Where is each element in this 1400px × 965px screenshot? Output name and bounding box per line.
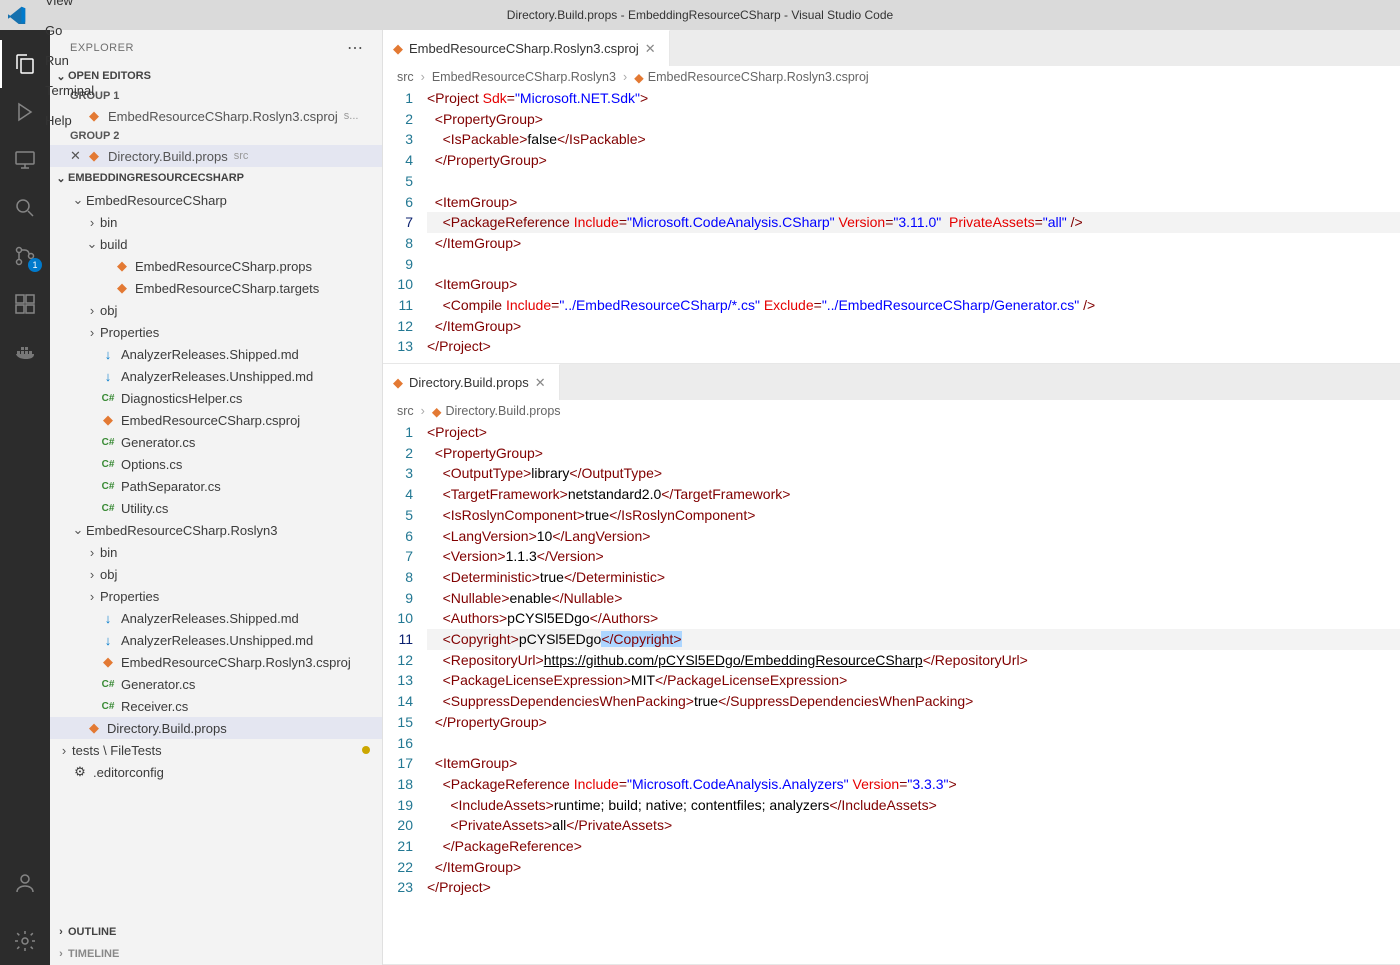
csharp-file-icon: C# bbox=[100, 503, 116, 514]
close-icon[interactable]: ✕ bbox=[645, 41, 659, 57]
tree-file[interactable]: ⚙.editorconfig bbox=[50, 761, 382, 783]
xml-file-icon: ◆ bbox=[393, 375, 403, 391]
chevron-icon: › bbox=[84, 545, 100, 560]
activity-extensions[interactable] bbox=[0, 280, 50, 328]
xml-file-icon: ◆ bbox=[86, 148, 102, 164]
csharp-file-icon: C# bbox=[100, 701, 116, 712]
tree-file[interactable]: C#Generator.cs bbox=[50, 431, 382, 453]
xml-file-icon: ◆ bbox=[100, 412, 116, 428]
tree-file[interactable]: ↓AnalyzerReleases.Shipped.md bbox=[50, 343, 382, 365]
editor-area: ◆EmbedResourceCSharp.Roslyn3.csproj✕ src… bbox=[383, 30, 1400, 965]
xml-file-icon: ◆ bbox=[114, 280, 130, 296]
chevron-icon: › bbox=[84, 589, 100, 604]
modified-dot-icon bbox=[362, 746, 370, 754]
explorer-sidebar: EXPLORER⋯ ⌄OPEN EDITORS GROUP 1 ◆ EmbedR… bbox=[50, 30, 383, 965]
open-editor-item[interactable]: ✕ ◆ Directory.Build.props src bbox=[50, 145, 382, 167]
chevron-icon: › bbox=[84, 325, 100, 340]
chevron-icon: › bbox=[84, 567, 100, 582]
csharp-file-icon: C# bbox=[100, 679, 116, 690]
activity-search[interactable] bbox=[0, 184, 50, 232]
tree-folder[interactable]: ›bin bbox=[50, 541, 382, 563]
xml-file-icon: ◆ bbox=[432, 404, 442, 419]
chevron-icon: ⌄ bbox=[84, 236, 100, 252]
sidebar-more-icon[interactable]: ⋯ bbox=[347, 38, 364, 58]
activity-docker[interactable] bbox=[0, 328, 50, 376]
editor-group-1: ◆EmbedResourceCSharp.Roslyn3.csproj✕ src… bbox=[383, 30, 1400, 364]
activity-bar: 1 bbox=[0, 30, 50, 965]
breadcrumbs[interactable]: src› ◆ Directory.Build.props bbox=[383, 400, 1400, 422]
editor-group-2: ◆Directory.Build.props✕ src› ◆ Directory… bbox=[383, 364, 1400, 965]
tree-file[interactable]: C#Utility.cs bbox=[50, 497, 382, 519]
editor-tab[interactable]: ◆EmbedResourceCSharp.Roslyn3.csproj✕ bbox=[383, 30, 670, 66]
xml-file-icon: ◆ bbox=[100, 654, 116, 670]
breadcrumbs[interactable]: src› EmbedResourceCSharp.Roslyn3› ◆ Embe… bbox=[383, 66, 1400, 88]
tree-file[interactable]: ↓AnalyzerReleases.Shipped.md bbox=[50, 607, 382, 629]
tree-folder[interactable]: ›bin bbox=[50, 211, 382, 233]
tree-folder[interactable]: ›Properties bbox=[50, 585, 382, 607]
xml-file-icon: ◆ bbox=[634, 70, 644, 85]
tree-file[interactable]: ↓AnalyzerReleases.Unshipped.md bbox=[50, 365, 382, 387]
project-header[interactable]: ⌄EMBEDDINGRESOURCECSHARP bbox=[50, 167, 382, 189]
xml-file-icon: ◆ bbox=[86, 720, 102, 736]
tree-folder[interactable]: ⌄EmbedResourceCSharp bbox=[50, 189, 382, 211]
tree-file[interactable]: ↓AnalyzerReleases.Unshipped.md bbox=[50, 629, 382, 651]
vscode-logo-icon bbox=[8, 6, 26, 24]
tree-file[interactable]: ◆Directory.Build.props bbox=[50, 717, 382, 739]
menu-bar: FileEditSelectionViewGoRunTerminalHelp D… bbox=[0, 0, 1400, 30]
csharp-file-icon: C# bbox=[100, 437, 116, 448]
code-editor[interactable]: 12345678910111213<Project Sdk="Microsoft… bbox=[383, 88, 1400, 357]
csharp-file-icon: C# bbox=[100, 393, 116, 404]
tree-file[interactable]: C#Options.cs bbox=[50, 453, 382, 475]
activity-explorer[interactable] bbox=[0, 40, 50, 88]
close-icon[interactable]: ✕ bbox=[70, 148, 86, 164]
activity-scm[interactable]: 1 bbox=[0, 232, 50, 280]
activity-settings[interactable] bbox=[0, 917, 50, 965]
xml-file-icon: ◆ bbox=[114, 258, 130, 274]
tree-folder[interactable]: ›Properties bbox=[50, 321, 382, 343]
chevron-icon: › bbox=[84, 215, 100, 230]
editor-tab[interactable]: ◆Directory.Build.props✕ bbox=[383, 364, 560, 400]
tree-file[interactable]: ◆EmbedResourceCSharp.Roslyn3.csproj bbox=[50, 651, 382, 673]
tree-file[interactable]: C#Generator.cs bbox=[50, 673, 382, 695]
tree-folder[interactable]: ›obj bbox=[50, 563, 382, 585]
csharp-file-icon: C# bbox=[100, 459, 116, 470]
activity-remote[interactable] bbox=[0, 136, 50, 184]
tree-file[interactable]: C#DiagnosticsHelper.cs bbox=[50, 387, 382, 409]
chevron-icon: ⌄ bbox=[70, 522, 86, 538]
window-title: Directory.Build.props - EmbeddingResourc… bbox=[507, 8, 893, 22]
tree-file[interactable]: ◆EmbedResourceCSharp.props bbox=[50, 255, 382, 277]
markdown-file-icon: ↓ bbox=[100, 611, 116, 626]
tab-bar: ◆EmbedResourceCSharp.Roslyn3.csproj✕ bbox=[383, 30, 1400, 66]
chevron-icon: › bbox=[56, 743, 72, 758]
gear-icon: ⚙ bbox=[72, 764, 88, 780]
scm-badge: 1 bbox=[28, 258, 42, 272]
activity-run[interactable] bbox=[0, 88, 50, 136]
outline-header[interactable]: ›OUTLINE bbox=[50, 921, 382, 943]
tree-folder[interactable]: ›obj bbox=[50, 299, 382, 321]
tree-file[interactable]: C#PathSeparator.cs bbox=[50, 475, 382, 497]
chevron-icon: › bbox=[84, 303, 100, 318]
csharp-file-icon: C# bbox=[100, 481, 116, 492]
menu-view[interactable]: View bbox=[36, 0, 107, 15]
markdown-file-icon: ↓ bbox=[100, 347, 116, 362]
tree-folder[interactable]: ›tests \ FileTests bbox=[50, 739, 382, 761]
file-tree: ⌄EmbedResourceCSharp›bin⌄build◆EmbedReso… bbox=[50, 189, 382, 921]
tree-file[interactable]: ◆EmbedResourceCSharp.csproj bbox=[50, 409, 382, 431]
markdown-file-icon: ↓ bbox=[100, 633, 116, 648]
tree-folder[interactable]: ⌄build bbox=[50, 233, 382, 255]
markdown-file-icon: ↓ bbox=[100, 369, 116, 384]
chevron-icon: ⌄ bbox=[70, 192, 86, 208]
xml-file-icon: ◆ bbox=[393, 41, 403, 57]
tab-bar: ◆Directory.Build.props✕ bbox=[383, 364, 1400, 400]
timeline-header[interactable]: ›TIMELINE bbox=[50, 943, 382, 965]
code-editor[interactable]: 1234567891011121314151617181920212223<Pr… bbox=[383, 422, 1400, 898]
close-icon[interactable]: ✕ bbox=[535, 375, 549, 391]
tree-file[interactable]: ◆EmbedResourceCSharp.targets bbox=[50, 277, 382, 299]
tree-folder[interactable]: ⌄EmbedResourceCSharp.Roslyn3 bbox=[50, 519, 382, 541]
activity-account[interactable] bbox=[0, 859, 50, 907]
tree-file[interactable]: C#Receiver.cs bbox=[50, 695, 382, 717]
